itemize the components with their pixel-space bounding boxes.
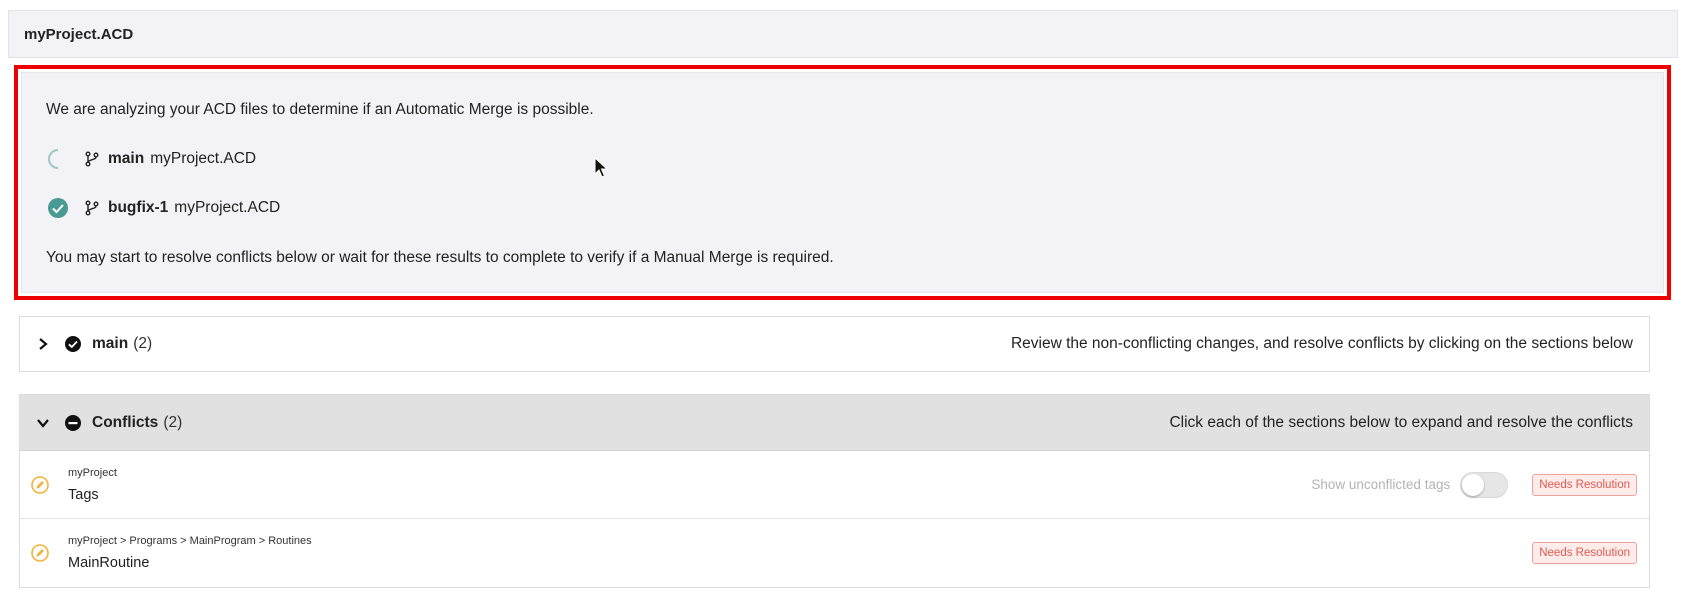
conflicts-section-header[interactable]: Conflicts (2) Click each of the sections… — [20, 395, 1649, 451]
conflicts-section: Conflicts (2) Click each of the sections… — [19, 394, 1650, 588]
branch-file: myProject.ACD — [150, 150, 257, 167]
minus-circle-icon — [64, 414, 82, 432]
conflict-name: Tags — [68, 486, 99, 503]
toggle-knob — [1462, 473, 1485, 496]
spinner-icon — [46, 147, 70, 171]
section-title: Conflicts — [92, 413, 159, 431]
file-header-bar: myProject.ACD — [8, 10, 1678, 58]
git-branch-icon — [84, 200, 100, 216]
conflict-path: myProject — [68, 466, 117, 479]
needs-resolution-badge: Needs Resolution — [1532, 473, 1637, 496]
pencil-circle-icon — [30, 543, 50, 563]
section-title: main — [92, 335, 129, 352]
chevron-right-icon[interactable] — [36, 337, 50, 351]
pencil-circle-icon — [30, 475, 50, 495]
chevron-down-icon[interactable] — [36, 416, 50, 430]
toggle-label: Show unconflicted tags — [1311, 477, 1451, 492]
main-changes-section[interactable]: main (2) Review the non-conflicting chan… — [19, 316, 1650, 372]
merge-analysis-content: We are analyzing your ACD files to deter… — [21, 72, 1664, 293]
show-unconflicted-tags-toggle[interactable] — [1460, 471, 1509, 498]
section-count: (2) — [133, 335, 153, 352]
check-circle-icon — [64, 335, 82, 353]
conflict-item-mainroutine[interactable]: myProject > Programs > MainProgram > Rou… — [20, 519, 1649, 587]
conflict-name: MainRoutine — [68, 555, 150, 571]
branch-name: bugfix-1 — [108, 199, 169, 216]
needs-resolution-badge: Needs Resolution — [1532, 542, 1637, 564]
branch-status-main: main myProject.ACD — [46, 147, 256, 171]
git-branch-icon — [84, 151, 100, 167]
section-hint: Review the non-conflicting changes, and … — [1010, 335, 1633, 352]
conflict-item-tags[interactable]: myProject Tags Show unconflicted tags Ne… — [20, 451, 1649, 519]
branch-status-bugfix: bugfix-1 myProject.ACD — [46, 196, 280, 220]
section-count: (2) — [163, 413, 183, 431]
merge-analysis-panel: We are analyzing your ACD files to deter… — [14, 65, 1671, 300]
branch-name: main — [108, 150, 145, 167]
mouse-cursor-icon — [594, 157, 608, 178]
branch-file: myProject.ACD — [174, 199, 281, 216]
check-circle-icon — [46, 196, 70, 220]
section-hint: Click each of the sections below to expa… — [1169, 413, 1633, 431]
file-title: myProject.ACD — [24, 25, 134, 43]
analysis-intro-text: We are analyzing your ACD files to deter… — [46, 101, 594, 118]
conflict-path: myProject > Programs > MainProgram > Rou… — [68, 535, 312, 547]
analysis-footer-text: You may start to resolve conflicts below… — [46, 249, 834, 266]
